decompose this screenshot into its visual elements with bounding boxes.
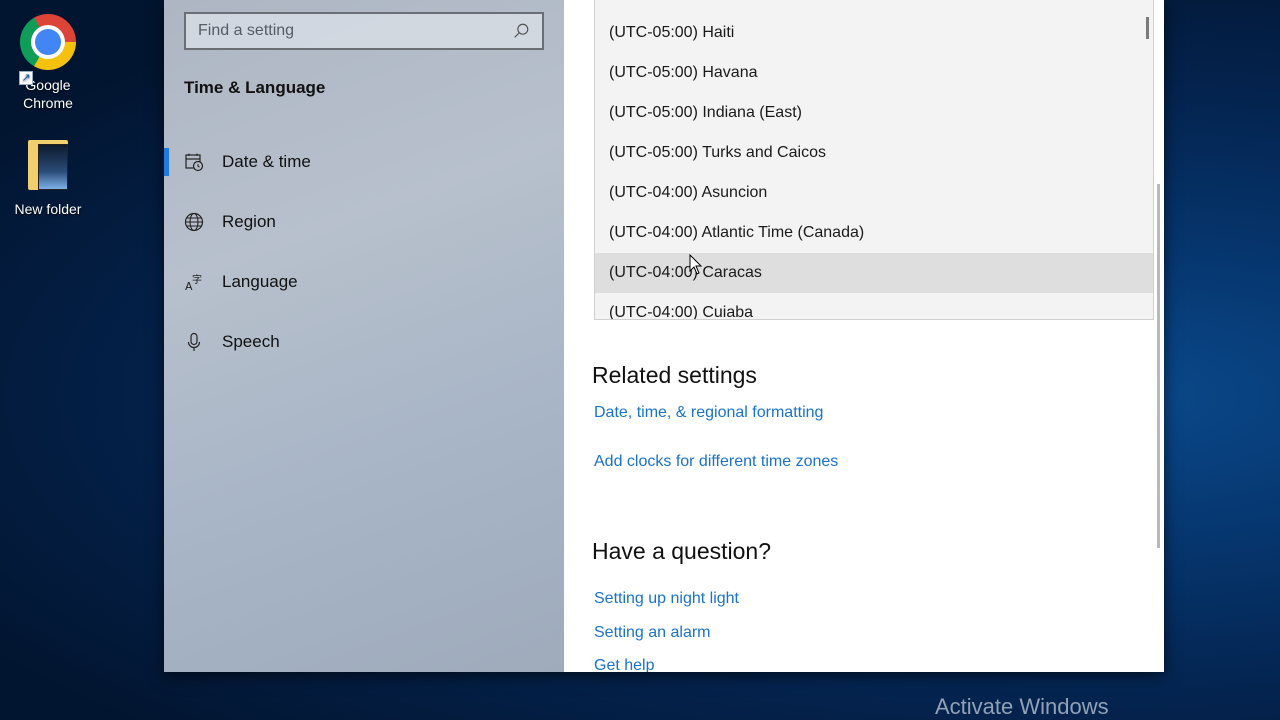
desktop-icon-new-folder[interactable]: New folder: [0, 140, 96, 218]
timezone-option-hovered[interactable]: (UTC-04:00) Caracas: [595, 253, 1153, 293]
timezone-option[interactable]: (UTC-04:00) Atlantic Time (Canada): [595, 213, 1153, 253]
search-box[interactable]: [184, 12, 544, 50]
alarm-help-link[interactable]: Setting an alarm: [594, 624, 711, 642]
sidebar-item-label: Date & time: [222, 152, 311, 171]
svg-text:字: 字: [192, 273, 202, 286]
desktop-icon-label: New folder: [14, 201, 82, 217]
sidebar: Time & Language Date & time Region A字 La…: [164, 0, 564, 672]
timezone-option[interactable]: (UTC-05:00) Havana: [595, 53, 1153, 93]
search-icon[interactable]: [512, 22, 530, 40]
timezone-option-partial[interactable]: [595, 0, 1153, 13]
night-light-help-link[interactable]: Setting up night light: [594, 590, 739, 608]
sidebar-item-region[interactable]: Region: [164, 192, 564, 252]
sidebar-item-date-time[interactable]: Date & time: [164, 132, 564, 192]
sidebar-item-label: Speech: [222, 332, 280, 351]
timezone-option[interactable]: (UTC-05:00) Haiti: [595, 13, 1153, 53]
timezone-dropdown-list[interactable]: (UTC-05:00) Haiti (UTC-05:00) Havana (UT…: [594, 0, 1154, 320]
settings-window: Time & Language Date & time Region A字 La…: [164, 0, 1164, 672]
sidebar-nav: Date & time Region A字 Language Speech: [164, 132, 564, 372]
timezone-option[interactable]: (UTC-05:00) Indiana (East): [595, 93, 1153, 133]
shortcut-arrow-icon: ↗: [19, 71, 33, 85]
search-input[interactable]: [198, 22, 512, 40]
add-clocks-link[interactable]: Add clocks for different time zones: [594, 453, 838, 471]
have-a-question-heading: Have a question?: [592, 538, 772, 564]
timezone-option[interactable]: (UTC-05:00) Turks and Caicos: [595, 133, 1153, 173]
sidebar-item-label: Region: [222, 212, 276, 231]
sidebar-item-speech[interactable]: Speech: [164, 312, 564, 372]
calendar-clock-icon: [184, 152, 204, 172]
regional-formatting-link[interactable]: Date, time, & regional formatting: [594, 404, 823, 422]
timezone-option[interactable]: (UTC-04:00) Cuiaba: [595, 293, 1153, 319]
dropdown-scrollbar[interactable]: [1146, 17, 1149, 39]
sidebar-item-language[interactable]: A字 Language: [164, 252, 564, 312]
desktop-icon-google-chrome[interactable]: ↗ Google Chrome: [0, 14, 96, 112]
activate-windows-watermark: Activate Windows: [935, 694, 1109, 719]
mouse-cursor-icon: [689, 254, 703, 275]
chrome-icon: [20, 14, 76, 70]
get-help-link[interactable]: Get help: [594, 657, 654, 672]
sidebar-item-label: Language: [222, 272, 298, 291]
page-scrollbar[interactable]: [1157, 184, 1160, 548]
related-settings-heading: Related settings: [592, 362, 757, 388]
globe-icon: [184, 212, 204, 232]
language-icon: A字: [184, 272, 204, 292]
microphone-icon: [184, 332, 204, 352]
folder-icon: [28, 140, 68, 190]
section-title: Time & Language: [184, 78, 326, 97]
timezone-option[interactable]: (UTC-04:00) Asuncion: [595, 173, 1153, 213]
content-pane: (UTC-05:00) Haiti (UTC-05:00) Havana (UT…: [564, 0, 1164, 672]
